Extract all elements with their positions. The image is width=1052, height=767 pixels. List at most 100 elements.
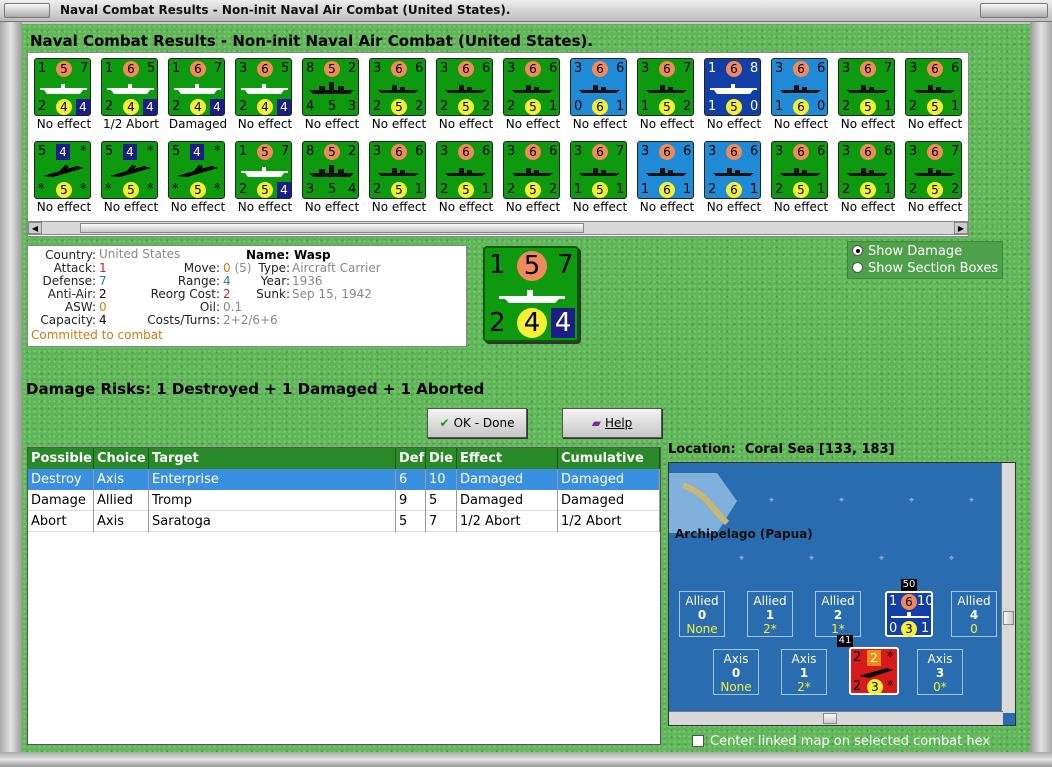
counter-cruiser[interactable]: 3 6 6 2 5 1 No effect	[834, 139, 898, 221]
counter-top-left: 3	[440, 61, 449, 76]
combat-results-table[interactable]: Possible Choice Target Def Die Effect Cumulati…	[27, 447, 661, 745]
counter-result-label: Damaged	[168, 117, 228, 131]
window-title: Naval Combat Results - Non-init Naval Ai…	[60, 3, 511, 17]
counter-cruiser[interactable]: 3 6 6 2 5 1 No effect	[432, 139, 496, 221]
map-unit-red[interactable]: 2 2 * 2 3 *	[849, 647, 899, 695]
linked-map[interactable]: ⌖ ⌖ ⌖ ⌖ ⌖ ⌖ ⌖ ⌖ Archipelago (Papua) Allied 0 Non…	[668, 462, 1016, 726]
counter-face: 366252	[503, 141, 560, 199]
counter-bottom-right: 2	[549, 182, 558, 197]
axis-combat-box[interactable]: Axis 0 None	[713, 649, 759, 695]
counter-carrier[interactable]: 1 6 8 1 5 0 No effect	[700, 56, 764, 138]
column-header[interactable]: Choice	[94, 448, 149, 469]
counter-top-left: 5	[105, 144, 114, 159]
radio-selected-icon[interactable]	[852, 245, 863, 256]
scroll-thumb[interactable]	[80, 223, 584, 233]
map-vertical-scrollbar[interactable]	[1001, 463, 1015, 713]
counter-cruiser[interactable]: 3 6 6 1 6 1 No effect	[633, 139, 697, 221]
axis-combat-box[interactable]: Axis 1 2*	[781, 649, 827, 695]
counter-bottom-right: 1	[884, 99, 893, 114]
counter-top-left: 1	[105, 61, 114, 76]
counter-result-label: No effect	[639, 200, 695, 214]
counter-top-center: 6	[860, 144, 876, 160]
counter-carrier[interactable]: 3 6 5 2 4 4 No effect	[231, 56, 295, 138]
counter-top-center: 6	[123, 61, 139, 77]
counter-carrier[interactable]: 1 5 7 2 4 4 No effect	[30, 56, 94, 138]
counter-battleship[interactable]: 8 5 2 4 5 3 No effect	[298, 56, 362, 138]
help-button[interactable]: ▰ Help	[562, 408, 662, 438]
counter-cruiser[interactable]: 3 6 6 2 5 1 No effect	[767, 139, 831, 221]
counter-cruiser[interactable]: 3 6 6 2 6 1 No effect	[700, 139, 764, 221]
defense-value: 7	[99, 274, 107, 288]
counters-scrollbar[interactable]: ◀ ▶	[27, 221, 969, 235]
capacity-label: Capacity:	[40, 313, 96, 327]
allied-combat-box[interactable]: Allied 0 None	[679, 591, 725, 637]
ok-done-button[interactable]: ✔ OK - Done	[427, 408, 527, 438]
counter-cruiser[interactable]: 3 6 7 2 5 2 No effect	[901, 139, 965, 221]
table-row[interactable]: Damage Allied Tromp 9 5 Damaged Damaged	[28, 490, 660, 511]
counter-bottom-left: 1	[641, 99, 650, 114]
counter-cruiser[interactable]: 3 6 7 2 5 1 No effect	[834, 56, 898, 138]
counter-face: 366251	[436, 141, 493, 199]
allied-combat-box[interactable]: Allied 2 1*	[815, 591, 861, 637]
scroll-right-arrow-icon[interactable]: ▶	[954, 222, 968, 234]
allied-combat-box[interactable]: Allied 1 2*	[747, 591, 793, 637]
map-horizontal-scrollbar[interactable]	[669, 711, 1003, 725]
counter-result-label: No effect	[706, 200, 762, 214]
svg-text:⌖: ⌖	[739, 554, 744, 564]
counter-result-label: No effect	[907, 117, 963, 131]
window-controls[interactable]	[980, 3, 1048, 18]
column-header[interactable]: Target	[149, 448, 396, 469]
combat-counters-panel[interactable]: 1 5 7 2 4 4 No effect 1 6 5 2 4 4 1/2 Abort 1 6 7 2 4 4 Dama…	[27, 52, 969, 237]
counter-carrier[interactable]: 1 6 7 2 4 4 Damaged	[164, 56, 228, 138]
column-header[interactable]: Possible	[28, 448, 94, 469]
counter-cruiser[interactable]: 3 6 6 2 5 2 No effect	[432, 56, 496, 138]
move-label: Move:	[183, 261, 220, 275]
counter-bottom-left: 2	[842, 99, 851, 114]
table-row[interactable]: Abort Axis Saratoga 5 7 1/2 Abort 1/2 Abort	[28, 511, 660, 532]
counter-cruiser[interactable]: 3 6 6 2 5 1 No effect	[365, 139, 429, 221]
counter-top-left: 3	[373, 61, 382, 76]
counter-cruiser[interactable]: 3 6 6 2 5 2 No effect	[499, 139, 563, 221]
column-header[interactable]: Cumulative	[558, 448, 660, 469]
counter-plane[interactable]: 5 4 * * 5 * No effect	[30, 139, 94, 221]
table-cell: Axis	[94, 511, 149, 532]
counter-plane[interactable]: 5 4 * * 5 * No effect	[97, 139, 161, 221]
title-bar[interactable]: Naval Combat Results - Non-init Naval Ai…	[0, 0, 1052, 22]
column-header[interactable]: Effect	[457, 448, 558, 469]
scroll-left-arrow-icon[interactable]: ◀	[28, 222, 42, 234]
map-vscroll-thumb[interactable]	[1003, 611, 1014, 625]
table-row[interactable]: Destroy Axis Enterprise 6 10 Damaged Damaged	[28, 469, 660, 490]
counter-bottom-center: 5	[391, 99, 407, 115]
axis-combat-box[interactable]: Axis 3 0*	[917, 649, 963, 695]
show-section-boxes-radio[interactable]: Show Section Boxes	[852, 261, 998, 276]
column-header[interactable]: Die	[426, 448, 457, 469]
center-map-checkbox[interactable]: Center linked map on selected combat hex	[692, 734, 990, 749]
map-hscroll-thumb[interactable]	[823, 713, 837, 724]
allied-combat-box[interactable]: Allied 4 0	[951, 591, 997, 637]
counter-cruiser[interactable]: 3 6 6 2 5 1 No effect	[499, 56, 563, 138]
counter-bottom-right: 2	[951, 182, 960, 197]
counter-top-center: 6	[458, 61, 474, 77]
counter-cruiser[interactable]: 3 6 7 1 5 2 No effect	[633, 56, 697, 138]
damage-risks: Damage Risks: 1 Destroyed + 1 Damaged + …	[26, 380, 485, 398]
counter-top-center: 6	[592, 61, 608, 77]
counter-carrier[interactable]: 1 5 7 2 5 4 No effect	[231, 139, 295, 221]
year-value: 1936	[292, 274, 323, 288]
table-cell: Axis	[94, 469, 149, 490]
checkbox-empty-icon[interactable]	[692, 735, 704, 747]
counter-battleship[interactable]: 8 5 2 3 5 4 No effect	[298, 139, 362, 221]
map-unit-blue[interactable]: 1 6 10 0 3 1	[885, 591, 934, 637]
column-header[interactable]: Def	[396, 448, 426, 469]
counter-plane[interactable]: 5 4 * * 5 * No effect	[164, 139, 228, 221]
counter-cruiser[interactable]: 3 6 6 2 5 2 No effect	[365, 56, 429, 138]
counter-carrier[interactable]: 1 6 5 2 4 4 1/2 Abort	[97, 56, 161, 138]
counter-cruiser[interactable]: 3 6 6 1 6 0 No effect	[767, 56, 831, 138]
counter-top-left: 3	[574, 144, 583, 159]
counter-top-right: 6	[817, 61, 826, 76]
counter-cruiser[interactable]: 3 6 6 0 6 1 No effect	[566, 56, 630, 138]
system-menu-button[interactable]	[4, 3, 50, 18]
show-damage-radio[interactable]: Show Damage	[852, 244, 962, 259]
counter-cruiser[interactable]: 3 6 6 2 5 1 No effect	[901, 56, 965, 138]
counter-cruiser[interactable]: 3 6 7 1 5 1 No effect	[566, 139, 630, 221]
radio-empty-icon[interactable]	[852, 262, 863, 273]
